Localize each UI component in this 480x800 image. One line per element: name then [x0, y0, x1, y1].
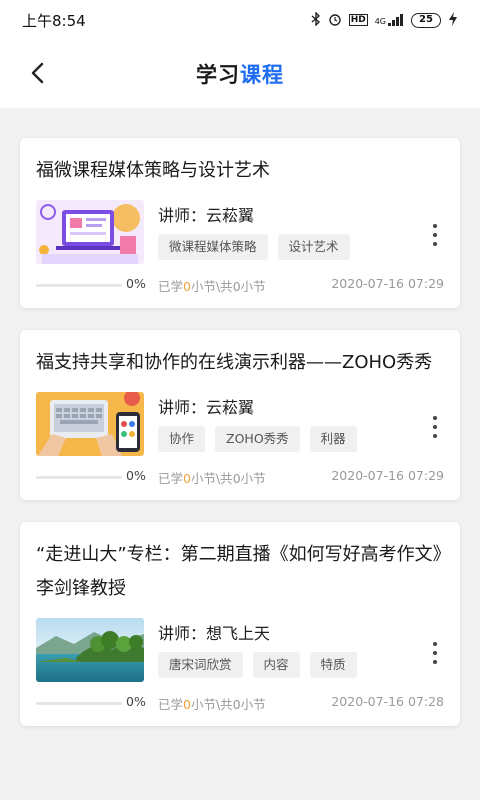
- bluetooth-icon: [311, 10, 321, 29]
- laptop-keyboard-illustration-thumbnail: [36, 392, 144, 456]
- nav-bar: 学习课程: [0, 40, 480, 108]
- progress-bar: [36, 284, 122, 287]
- more-options-icon[interactable]: [428, 224, 442, 246]
- learning-stats: 已学0小节\共0小节: [158, 279, 266, 294]
- battery-icon: 25: [411, 12, 441, 28]
- course-date: 2020-07-16 07:29: [331, 468, 444, 483]
- course-date: 2020-07-16 07:29: [331, 276, 444, 291]
- progress-bar: [36, 702, 122, 705]
- course-tags: 微课程媒体策略 设计艺术: [158, 234, 350, 260]
- back-button[interactable]: [22, 58, 52, 88]
- course-tags: 协作 ZOHO秀秀 利器: [158, 426, 357, 452]
- course-card[interactable]: 福微课程媒体策略与设计艺术 讲师：云菘翼 微课程媒体策略 设计艺术 0% 已学0…: [20, 138, 460, 308]
- course-tag: 利器: [309, 426, 357, 452]
- status-bar: 上午8:54 HD 4G 25: [0, 0, 480, 40]
- course-title: 福支持共享和协作的在线演示利器——ZOHO秀秀: [36, 352, 433, 373]
- progress-percent: 0%: [126, 276, 146, 291]
- hd-icon: HD: [348, 14, 368, 26]
- learning-stats: 已学0小节\共0小节: [158, 471, 266, 486]
- learning-stats: 已学0小节\共0小节: [158, 697, 266, 712]
- course-title: “走进山大”专栏：第二期直播《如何写好高考作文》李剑锋教授: [36, 544, 442, 599]
- presentation-illustration-thumbnail: [36, 200, 144, 264]
- course-tag: 唐宋词欣赏: [158, 652, 243, 678]
- network-type: 4G: [374, 17, 386, 26]
- course-tags: 唐宋词欣赏 内容 特质: [158, 652, 357, 678]
- course-tag: ZOHO秀秀: [215, 426, 300, 452]
- course-list: 福微课程媒体策略与设计艺术 讲师：云菘翼 微课程媒体策略 设计艺术 0% 已学0…: [20, 138, 460, 748]
- chevron-left-icon: [31, 62, 44, 84]
- course-tag: 协作: [158, 426, 206, 452]
- progress-bar: [36, 476, 122, 479]
- page-title: 学习课程: [196, 59, 284, 89]
- course-tag: 特质: [309, 652, 357, 678]
- course-teacher: 讲师：云菘翼: [158, 398, 255, 417]
- status-icons: HD 4G 25: [311, 10, 458, 29]
- status-time: 上午8:54: [22, 11, 86, 30]
- course-title: 福微课程媒体策略与设计艺术: [36, 160, 270, 181]
- progress-percent: 0%: [126, 694, 146, 709]
- course-tag: 设计艺术: [277, 234, 350, 260]
- course-tag: 微课程媒体策略: [158, 234, 268, 260]
- signal-icon: 4G: [375, 14, 404, 26]
- more-options-icon[interactable]: [428, 416, 442, 438]
- alarm-icon: [328, 12, 342, 29]
- course-card[interactable]: 福支持共享和协作的在线演示利器——ZOHO秀秀 讲师：云菘翼 协作 ZOHO秀秀…: [20, 330, 460, 500]
- page-title-part2: 课程: [240, 63, 284, 87]
- page-title-part1: 学习: [196, 63, 240, 87]
- progress-percent: 0%: [126, 468, 146, 483]
- course-date: 2020-07-16 07:28: [331, 694, 444, 709]
- course-tag: 内容: [252, 652, 300, 678]
- course-card[interactable]: “走进山大”专栏：第二期直播《如何写好高考作文》李剑锋教授 讲师：想飞上天 唐宋…: [20, 522, 460, 726]
- more-options-icon[interactable]: [428, 642, 442, 664]
- charging-icon: [448, 11, 458, 29]
- course-teacher: 讲师：云菘翼: [158, 206, 255, 225]
- course-teacher: 讲师：想飞上天: [158, 624, 271, 643]
- landscape-photo-thumbnail: [36, 618, 144, 682]
